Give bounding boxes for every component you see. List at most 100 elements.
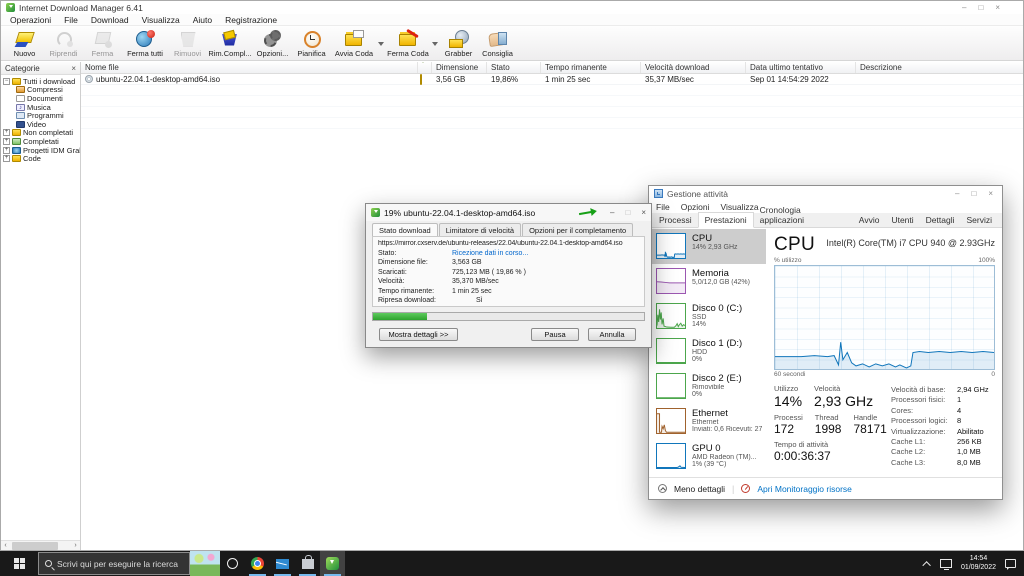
queue-column-icon bbox=[420, 62, 426, 72]
toolbar-consiglia-button[interactable]: Consiglia bbox=[478, 27, 517, 60]
categories-horizontal-scrollbar[interactable]: ‹ › bbox=[1, 540, 80, 550]
less-details-button[interactable]: Meno dettagli bbox=[674, 484, 725, 494]
toolbar-rimuovi-button[interactable]: Rimuovi bbox=[168, 27, 207, 60]
toolbar-label: Rim.Compl... bbox=[208, 49, 251, 58]
toolbar-ferma-coda-button[interactable]: Ferma Coda bbox=[385, 27, 431, 60]
category-programmi[interactable]: Programmi bbox=[3, 111, 80, 120]
menu-download[interactable]: Download bbox=[91, 15, 129, 25]
network-display-icon[interactable] bbox=[940, 559, 952, 568]
column-descrizione[interactable]: Descrizione bbox=[856, 62, 1023, 73]
start-button[interactable] bbox=[0, 551, 38, 576]
taskbar-search-box[interactable]: Scrivi qui per eseguire la ricerca bbox=[38, 552, 190, 575]
performance-sidebar: CPU14% 2,93 GHz Memoria5,0/12,0 GB (42%)… bbox=[649, 229, 766, 477]
perf-sidebar-memoria[interactable]: Memoria5,0/12,0 GB (42%) bbox=[649, 264, 766, 299]
expand-toggle[interactable]: + bbox=[3, 138, 10, 145]
menu-aiuto[interactable]: Aiuto bbox=[193, 15, 212, 25]
action-center-icon[interactable] bbox=[1005, 559, 1016, 568]
download-row-ubuntu-iso[interactable]: ubuntu-22.04.1-desktop-amd64.iso 3,56 GB… bbox=[81, 74, 1023, 85]
menu-file[interactable]: File bbox=[64, 15, 78, 25]
toolbar-pianifica-button[interactable]: Pianifica bbox=[292, 27, 331, 60]
tab-cronologia-applicazioni[interactable]: Cronologia applicazioni bbox=[754, 203, 853, 227]
perf-sidebar-disco-0[interactable]: Disco 0 (C:)SSD14% bbox=[649, 299, 766, 334]
category-non-completati[interactable]: +Non completati bbox=[3, 129, 80, 138]
avvia-coda-dropdown[interactable] bbox=[377, 27, 385, 60]
task-manager-tabs: Processi Prestazioni Cronologia applicaz… bbox=[649, 213, 1002, 228]
taskbar-mail-button[interactable] bbox=[270, 551, 295, 576]
tab-limitatore-velocita[interactable]: Limitatore di velocità bbox=[439, 223, 521, 236]
perf-sidebar-ethernet[interactable]: EthernetEthernetInviati: 0,6 Ricevuti: 2… bbox=[649, 404, 766, 439]
expand-toggle[interactable]: + bbox=[3, 155, 10, 162]
expand-toggle[interactable]: + bbox=[3, 129, 10, 136]
tray-expand-chevron-icon[interactable] bbox=[922, 561, 930, 569]
tab-avvio[interactable]: Avvio bbox=[853, 213, 886, 227]
search-highlight-art[interactable] bbox=[190, 551, 220, 576]
taskbar-idm-button[interactable] bbox=[320, 551, 345, 576]
taskbar-cortana-button[interactable] bbox=[220, 551, 245, 576]
collapse-toggle[interactable]: − bbox=[3, 78, 10, 85]
tab-processi[interactable]: Processi bbox=[653, 213, 698, 227]
dialog-close-button[interactable]: × bbox=[641, 208, 646, 217]
toolbar-avvia-coda-button[interactable]: Avvia Coda bbox=[331, 27, 377, 60]
categories-close-icon[interactable]: × bbox=[71, 64, 76, 73]
category-compressi[interactable]: Compressi bbox=[3, 86, 80, 95]
category-tutti-i-download[interactable]: −Tutti i download bbox=[3, 77, 80, 86]
toolbar-rim-compl-button[interactable]: Rim.Compl... bbox=[207, 27, 253, 60]
tm-minimize-button[interactable]: ‒ bbox=[955, 189, 959, 198]
menu-operazioni[interactable]: Operazioni bbox=[10, 15, 51, 25]
cancel-button[interactable]: Annulla bbox=[588, 328, 636, 341]
scroll-left-icon[interactable]: ‹ bbox=[1, 542, 10, 549]
column-queue[interactable] bbox=[418, 62, 432, 73]
toolbar-ferma-button[interactable]: Ferma bbox=[83, 27, 122, 60]
category-video[interactable]: Video bbox=[3, 120, 80, 129]
column-dimensione[interactable]: Dimensione bbox=[432, 62, 487, 73]
column-velocita-download[interactable]: Velocità download bbox=[641, 62, 746, 73]
category-completati[interactable]: +Completati bbox=[3, 137, 80, 146]
tm-close-button[interactable]: × bbox=[988, 189, 993, 198]
tm-menu-opzioni[interactable]: Opzioni bbox=[681, 202, 710, 212]
dialog-minimize-button[interactable]: ‒ bbox=[610, 208, 614, 217]
menu-registrazione[interactable]: Registrazione bbox=[225, 15, 277, 25]
pause-button[interactable]: Pausa bbox=[531, 328, 579, 341]
taskbar-store-button[interactable] bbox=[295, 551, 320, 576]
tray-clock[interactable]: 14:54 01/09/2022 bbox=[961, 555, 996, 572]
idm-minimize-button[interactable]: ‒ bbox=[962, 3, 966, 12]
open-resource-monitor-link[interactable]: Apri Monitoraggio risorse bbox=[757, 484, 851, 494]
category-progetti-idm-grabber[interactable]: +Progetti IDM Grabbe bbox=[3, 146, 80, 155]
scroll-right-icon[interactable]: › bbox=[71, 542, 80, 549]
expand-toggle[interactable]: + bbox=[3, 147, 10, 154]
tab-prestazioni[interactable]: Prestazioni bbox=[698, 212, 754, 228]
tab-opzioni-completamento[interactable]: Opzioni per il completamento bbox=[522, 223, 633, 236]
idm-maximize-button[interactable]: □ bbox=[978, 3, 983, 12]
column-stato[interactable]: Stato bbox=[487, 62, 541, 73]
toolbar-nuovo-button[interactable]: Nuovo bbox=[5, 27, 44, 60]
status-value-link[interactable]: Ricezione dati in corso... bbox=[452, 249, 528, 258]
scrollbar-thumb[interactable] bbox=[12, 542, 58, 550]
column-tempo-rimanente[interactable]: Tempo rimanente bbox=[541, 62, 641, 73]
category-code[interactable]: +Code bbox=[3, 154, 80, 163]
category-musica[interactable]: ♪Musica bbox=[3, 103, 80, 112]
toolbar-grabber-button[interactable]: Grabber bbox=[439, 27, 478, 60]
column-nome-file[interactable]: Nome file bbox=[81, 62, 418, 73]
ferma-coda-dropdown[interactable] bbox=[431, 27, 439, 60]
tm-menu-file[interactable]: File bbox=[656, 202, 670, 212]
toolbar-opzioni-button[interactable]: Opzioni... bbox=[253, 27, 292, 60]
idm-close-button[interactable]: × bbox=[995, 3, 1000, 12]
category-documenti[interactable]: Documenti bbox=[3, 94, 80, 103]
perf-sidebar-gpu-0[interactable]: GPU 0AMD Radeon (TM)...1% (39 °C) bbox=[649, 439, 766, 474]
column-data-ultimo-tentativo[interactable]: Data ultimo tentativo bbox=[746, 62, 856, 73]
perf-sidebar-disco-1[interactable]: Disco 1 (D:)HDD0% bbox=[649, 334, 766, 369]
show-details-button[interactable]: Mostra dettagli >> bbox=[379, 328, 458, 341]
menu-visualizza[interactable]: Visualizza bbox=[142, 15, 180, 25]
stat-processi: Processi172 bbox=[774, 413, 803, 436]
folder-icon bbox=[12, 129, 21, 136]
perf-sidebar-disco-2[interactable]: Disco 2 (E:)Rimovibile0% bbox=[649, 369, 766, 404]
perf-sidebar-cpu[interactable]: CPU14% 2,93 GHz bbox=[649, 229, 766, 264]
taskbar-chrome-button[interactable] bbox=[245, 551, 270, 576]
tab-dettagli[interactable]: Dettagli bbox=[920, 213, 961, 227]
toolbar-ferma-tutti-button[interactable]: Ferma tutti bbox=[122, 27, 168, 60]
toolbar-riprendi-button[interactable]: Riprendi bbox=[44, 27, 83, 60]
tab-utenti[interactable]: Utenti bbox=[885, 213, 919, 227]
tab-servizi[interactable]: Servizi bbox=[960, 213, 998, 227]
tm-maximize-button[interactable]: □ bbox=[971, 189, 976, 198]
tab-stato-download[interactable]: Stato download bbox=[372, 223, 438, 236]
